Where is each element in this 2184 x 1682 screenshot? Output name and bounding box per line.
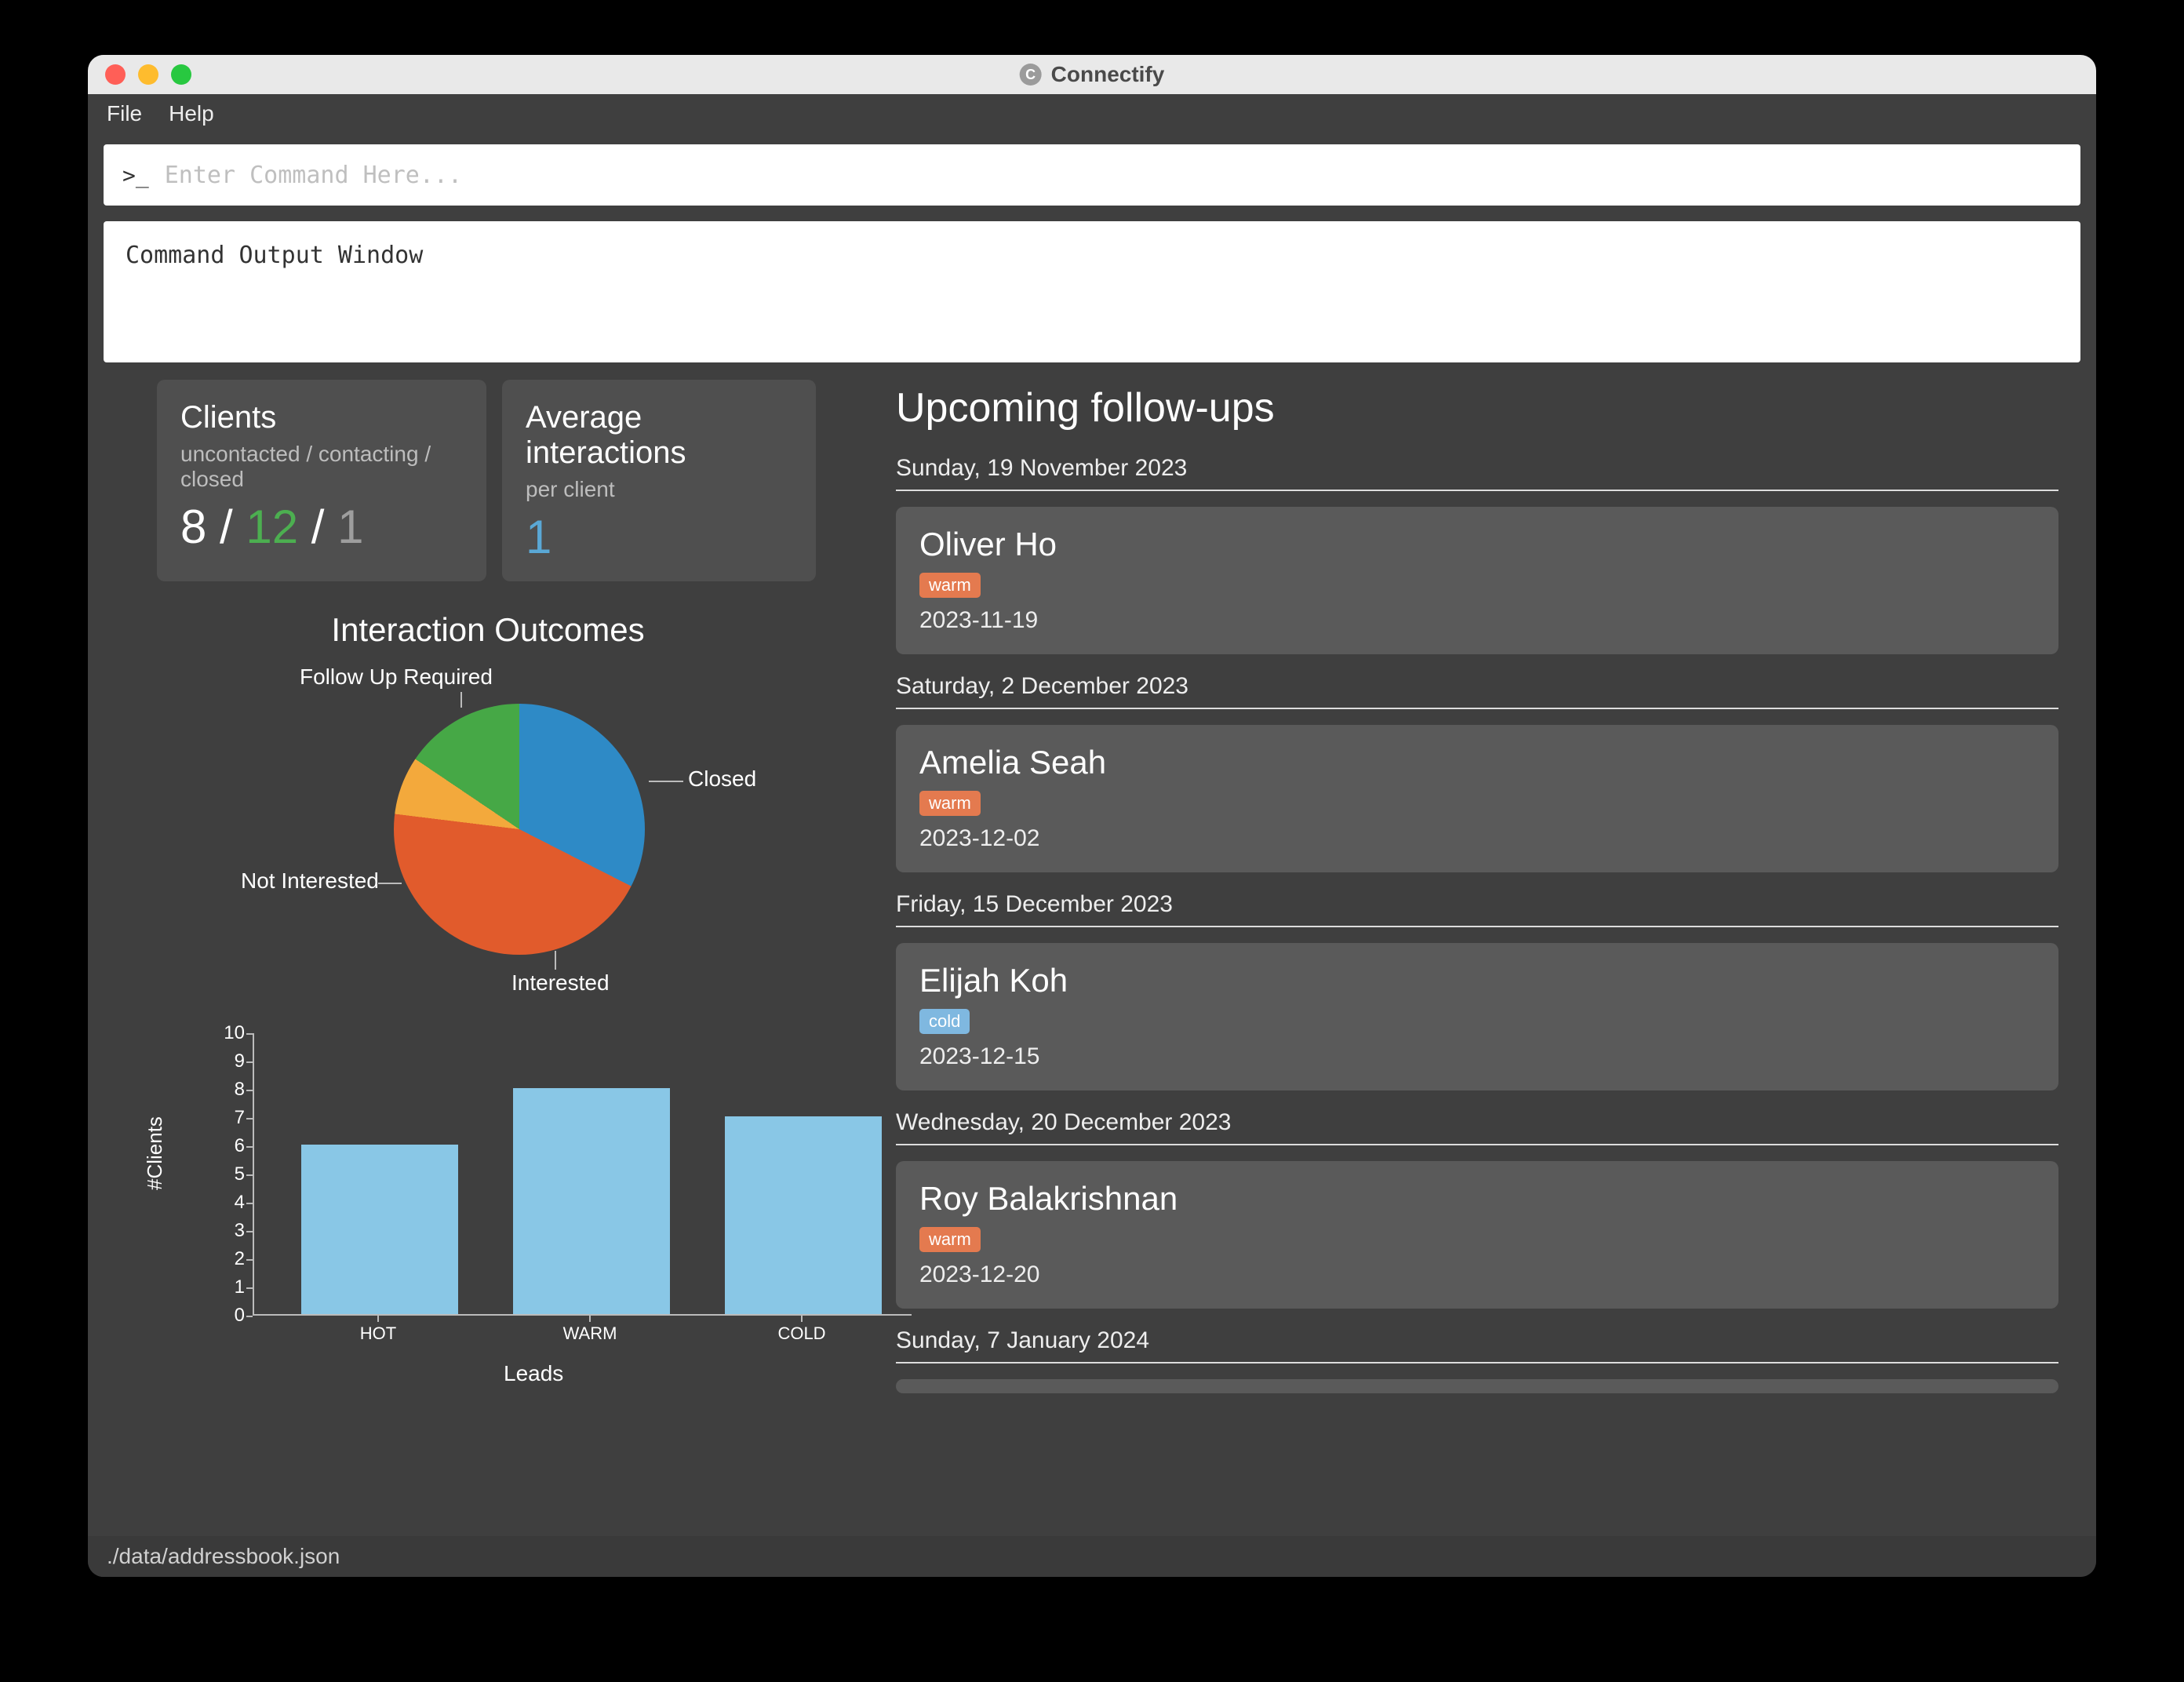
followup-date-header: Sunday, 7 January 2024 — [896, 1327, 2058, 1363]
followup-name: Oliver Ho — [919, 526, 2035, 563]
footer-path: ./data/addressbook.json — [107, 1544, 340, 1569]
bar-ytick: 5 — [213, 1163, 245, 1185]
app-title-text: Connectify — [1051, 62, 1165, 87]
bar-ytick: 3 — [213, 1220, 245, 1242]
card-clients-value: 8 / 12 / 1 — [180, 500, 463, 554]
app-logo-icon: C — [1020, 64, 1042, 86]
followup-date-header: Wednesday, 20 December 2023 — [896, 1109, 2058, 1145]
followup-tag: warm — [919, 791, 981, 816]
titlebar: C Connectify — [88, 55, 2096, 94]
minimize-icon[interactable] — [138, 64, 158, 85]
followup-name: Roy Balakrishnan — [919, 1180, 2035, 1218]
bar-xtick-warm: WARM — [511, 1323, 668, 1344]
window-controls — [105, 64, 191, 85]
pie-label-followup: Follow Up Required — [300, 664, 493, 690]
app-window: C Connectify File Help >_ Command Output… — [88, 55, 2096, 1577]
pie-label-notinterested: Not Interested — [241, 868, 379, 894]
card-avg-value: 1 — [526, 510, 792, 564]
clients-uncontacted: 8 — [180, 501, 206, 553]
followup-date: 2023-12-20 — [919, 1262, 2035, 1288]
followup-tag: warm — [919, 1227, 981, 1252]
bar-ytick: 8 — [213, 1079, 245, 1101]
card-avg-interactions: Average interactions per client 1 — [502, 380, 816, 581]
bar-ytick: 0 — [213, 1305, 245, 1327]
bar-hot — [301, 1145, 458, 1314]
followup-date: 2023-12-15 — [919, 1043, 2035, 1070]
followup-date-header: Sunday, 19 November 2023 — [896, 455, 2058, 491]
clients-closed: 1 — [337, 501, 363, 553]
app-title: C Connectify — [1020, 62, 1165, 87]
bar-ytick: 7 — [213, 1107, 245, 1129]
bar-xlabel: Leads — [504, 1361, 563, 1386]
followup-card[interactable]: Amelia Seah warm 2023-12-02 — [896, 725, 2058, 872]
bar-chart: #Clients 012345678910 HOT WARM COLD Lead… — [151, 1033, 872, 1378]
pie-label-interested: Interested — [511, 970, 610, 996]
card-clients: Clients uncontacted / contacting / close… — [157, 380, 486, 581]
pie-label-closed: Closed — [688, 766, 756, 792]
command-output-text: Command Output Window — [126, 242, 423, 269]
bar-cold — [725, 1116, 882, 1314]
command-input[interactable] — [165, 162, 2062, 189]
followup-date-header: Saturday, 2 December 2023 — [896, 673, 2058, 709]
card-clients-title: Clients — [180, 400, 463, 435]
followup-date: 2023-11-19 — [919, 607, 2035, 634]
right-panel: Upcoming follow-ups Sunday, 19 November … — [896, 380, 2080, 1536]
followup-card[interactable] — [896, 1379, 2058, 1393]
followups-title: Upcoming follow-ups — [896, 384, 2080, 431]
stat-cards: Clients uncontacted / contacting / close… — [104, 380, 872, 581]
content: Clients uncontacted / contacting / close… — [88, 362, 2096, 1536]
menu-help[interactable]: Help — [169, 101, 214, 126]
followup-card[interactable]: Roy Balakrishnan warm 2023-12-20 — [896, 1161, 2058, 1309]
bar-ytick: 2 — [213, 1248, 245, 1270]
bar-xtick-hot: HOT — [300, 1323, 457, 1344]
pie-graphic — [394, 704, 645, 955]
card-avg-title: Average interactions — [526, 400, 792, 471]
bar-warm — [513, 1088, 670, 1314]
menu-file[interactable]: File — [107, 101, 142, 126]
footer: ./data/addressbook.json — [88, 1536, 2096, 1577]
followup-date: 2023-12-02 — [919, 825, 2035, 852]
followup-date-header: Friday, 15 December 2023 — [896, 891, 2058, 927]
menubar: File Help — [88, 94, 2096, 133]
followup-name: Amelia Seah — [919, 744, 2035, 781]
command-input-wrap: >_ — [104, 144, 2080, 206]
card-clients-subtitle: uncontacted / contacting / closed — [180, 442, 463, 492]
bar-ytick: 10 — [213, 1022, 245, 1044]
bar-ytick: 4 — [213, 1192, 245, 1214]
command-output: Command Output Window — [104, 221, 2080, 362]
card-avg-subtitle: per client — [526, 477, 792, 502]
pie-title: Interaction Outcomes — [104, 611, 872, 649]
followups-list[interactable]: Sunday, 19 November 2023 Oliver Ho warm 202… — [896, 455, 2080, 1536]
bar-ytick: 1 — [213, 1276, 245, 1298]
bar-ytick: 9 — [213, 1050, 245, 1072]
bar-plot — [253, 1033, 912, 1316]
bar-ytick: 6 — [213, 1135, 245, 1157]
left-panel: Clients uncontacted / contacting / close… — [104, 380, 872, 1536]
followup-tag: warm — [919, 573, 981, 598]
bar-xtick-cold: COLD — [723, 1323, 880, 1344]
followup-tag: cold — [919, 1009, 970, 1034]
followup-name: Elijah Koh — [919, 962, 2035, 999]
bar-ylabel: #Clients — [143, 1116, 167, 1190]
maximize-icon[interactable] — [171, 64, 191, 85]
close-icon[interactable] — [105, 64, 126, 85]
prompt-icon: >_ — [122, 162, 149, 188]
pie-chart: Follow Up Required Closed Interested Not… — [104, 664, 872, 1025]
followup-card[interactable]: Oliver Ho warm 2023-11-19 — [896, 507, 2058, 654]
clients-contacting: 12 — [246, 501, 298, 553]
followup-card[interactable]: Elijah Koh cold 2023-12-15 — [896, 943, 2058, 1090]
